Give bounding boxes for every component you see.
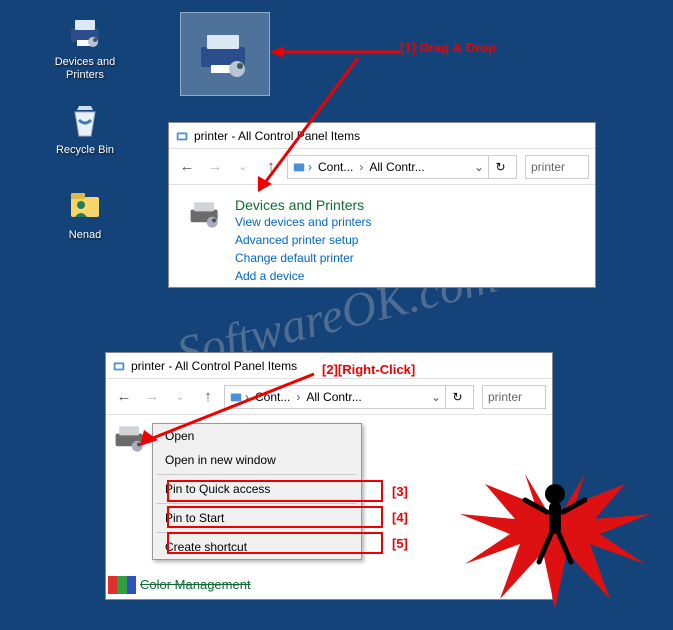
chevron-down-icon[interactable]: ⌄ — [431, 390, 441, 404]
result-link[interactable]: Advanced printer setup — [235, 231, 372, 249]
menu-create-shortcut[interactable]: Create shortcut — [153, 535, 361, 559]
annotation-1: [1] Drag & Drop — [400, 40, 496, 55]
desktop-icon-user-folder[interactable]: Nenad — [50, 185, 120, 242]
icon-label: Recycle Bin — [50, 144, 120, 157]
softwareok-logo-icon — [455, 434, 655, 614]
result-link[interactable]: Change default printer — [235, 249, 372, 267]
icon-label: Nenad — [50, 229, 120, 242]
user-folder-icon — [65, 185, 105, 225]
menu-separator — [157, 474, 357, 475]
result-link[interactable]: Add a device — [235, 267, 372, 285]
refresh-button[interactable]: ↻ — [445, 385, 469, 409]
icon-label: Devices and Printers — [50, 56, 120, 82]
desktop-icon-recycle-bin[interactable]: Recycle Bin — [50, 100, 120, 157]
annotation-3: [3] — [392, 484, 408, 499]
arrow-3 — [134, 370, 324, 450]
control-panel-icon — [112, 359, 126, 373]
window-body: Devices and Printers View devices and pr… — [169, 185, 595, 297]
search-input[interactable]: printer — [525, 155, 589, 179]
annotation-5: [5] — [392, 536, 408, 551]
printer-icon — [65, 12, 105, 52]
result-link[interactable]: View devices and printers — [235, 213, 372, 231]
search-input[interactable]: printer — [482, 385, 546, 409]
color-management-icon[interactable] — [108, 576, 136, 594]
menu-pin-start[interactable]: Pin to Start — [153, 506, 361, 530]
chevron-down-icon[interactable]: ⌄ — [474, 160, 484, 174]
color-management-link[interactable]: Color Management — [140, 577, 251, 592]
refresh-button[interactable]: ↻ — [488, 155, 512, 179]
result-title[interactable]: Devices and Printers — [235, 197, 372, 213]
search-result: Devices and Printers View devices and pr… — [187, 197, 577, 285]
annotation-2: [2][Right-Click] — [322, 362, 415, 377]
back-button[interactable]: ← — [175, 155, 199, 179]
menu-open-new-window[interactable]: Open in new window — [153, 448, 361, 472]
printer-large-icon — [195, 29, 255, 79]
recycle-bin-icon — [65, 100, 105, 140]
menu-separator — [157, 532, 357, 533]
forward-button[interactable]: → — [203, 155, 227, 179]
menu-separator — [157, 503, 357, 504]
desktop-icon-devices-printers[interactable]: Devices and Printers — [50, 12, 120, 82]
control-panel-icon — [175, 129, 189, 143]
annotation-4: [4] — [392, 510, 408, 525]
menu-pin-quick-access[interactable]: Pin to Quick access — [153, 477, 361, 501]
printer-icon — [187, 197, 223, 233]
back-button[interactable]: ← — [112, 385, 136, 409]
arrow-2 — [248, 58, 388, 198]
